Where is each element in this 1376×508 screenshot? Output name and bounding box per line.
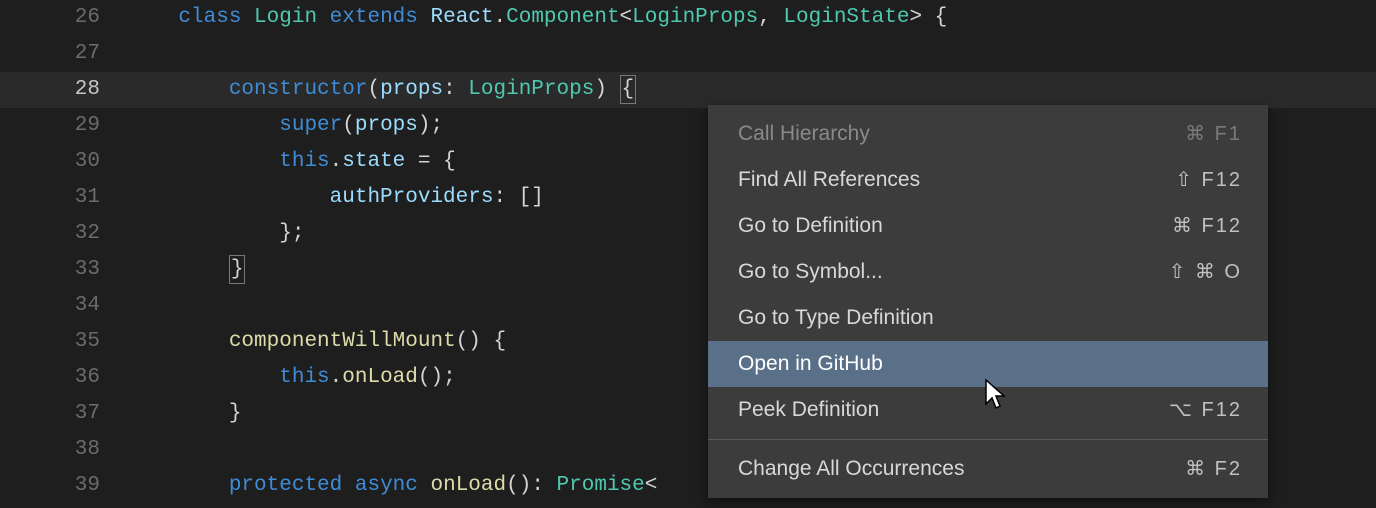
line-number: 38 bbox=[0, 432, 128, 468]
menu-item[interactable]: Go to Type Definition bbox=[708, 295, 1268, 341]
code-content bbox=[128, 36, 1376, 72]
line-number: 30 bbox=[0, 144, 128, 180]
menu-item-shortcut: ⌘ F1 bbox=[1185, 116, 1242, 152]
menu-item-label: Go to Type Definition bbox=[738, 300, 934, 336]
menu-item-label: Change All Occurrences bbox=[738, 451, 964, 487]
menu-item-label: Go to Definition bbox=[738, 208, 883, 244]
code-line[interactable]: 26 class Login extends React.Component<L… bbox=[0, 0, 1376, 36]
menu-item-label: Peek Definition bbox=[738, 392, 879, 428]
code-line[interactable]: 27 bbox=[0, 36, 1376, 72]
menu-item-shortcut: ⌘ F12 bbox=[1172, 208, 1242, 244]
menu-item[interactable]: Find All References ⇧ F12 bbox=[708, 157, 1268, 203]
line-number: 27 bbox=[0, 36, 128, 72]
menu-item-label: Call Hierarchy bbox=[738, 116, 870, 152]
line-number: 33 bbox=[0, 252, 128, 288]
menu-item[interactable]: Go to Definition ⌘ F12 bbox=[708, 203, 1268, 249]
line-number: 26 bbox=[0, 0, 128, 36]
menu-item: Call Hierarchy ⌘ F1 bbox=[708, 111, 1268, 157]
line-number: 35 bbox=[0, 324, 128, 360]
menu-separator bbox=[708, 439, 1268, 440]
menu-item-label: Open in GitHub bbox=[738, 346, 883, 382]
line-number: 32 bbox=[0, 216, 128, 252]
code-line[interactable]: 28 constructor(props: LoginProps) { bbox=[0, 72, 1376, 108]
menu-item-shortcut: ⌘ F2 bbox=[1185, 451, 1242, 487]
menu-item-shortcut: ⇧ F12 bbox=[1175, 162, 1242, 198]
code-content: constructor(props: LoginProps) { bbox=[128, 72, 1376, 108]
line-number: 29 bbox=[0, 108, 128, 144]
menu-item-label: Find All References bbox=[738, 162, 920, 198]
line-number: 36 bbox=[0, 360, 128, 396]
menu-item-shortcut: ⌥ F12 bbox=[1169, 392, 1242, 428]
line-number: 37 bbox=[0, 396, 128, 432]
line-number: 31 bbox=[0, 180, 128, 216]
line-number: 39 bbox=[0, 468, 128, 504]
code-content: class Login extends React.Component<Logi… bbox=[128, 0, 1376, 36]
menu-item[interactable]: Go to Symbol... ⇧ ⌘ O bbox=[708, 249, 1268, 295]
context-menu: Call Hierarchy ⌘ F1 Find All References ⇧ F… bbox=[708, 105, 1268, 498]
menu-item[interactable]: Peek Definition ⌥ F12 bbox=[708, 387, 1268, 433]
menu-item[interactable]: Open in GitHub bbox=[708, 341, 1268, 387]
menu-item-label: Go to Symbol... bbox=[738, 254, 883, 290]
line-number: 28 bbox=[0, 72, 128, 108]
menu-item-shortcut: ⇧ ⌘ O bbox=[1169, 254, 1242, 290]
menu-item[interactable]: Change All Occurrences ⌘ F2 bbox=[708, 446, 1268, 492]
line-number: 34 bbox=[0, 288, 128, 324]
